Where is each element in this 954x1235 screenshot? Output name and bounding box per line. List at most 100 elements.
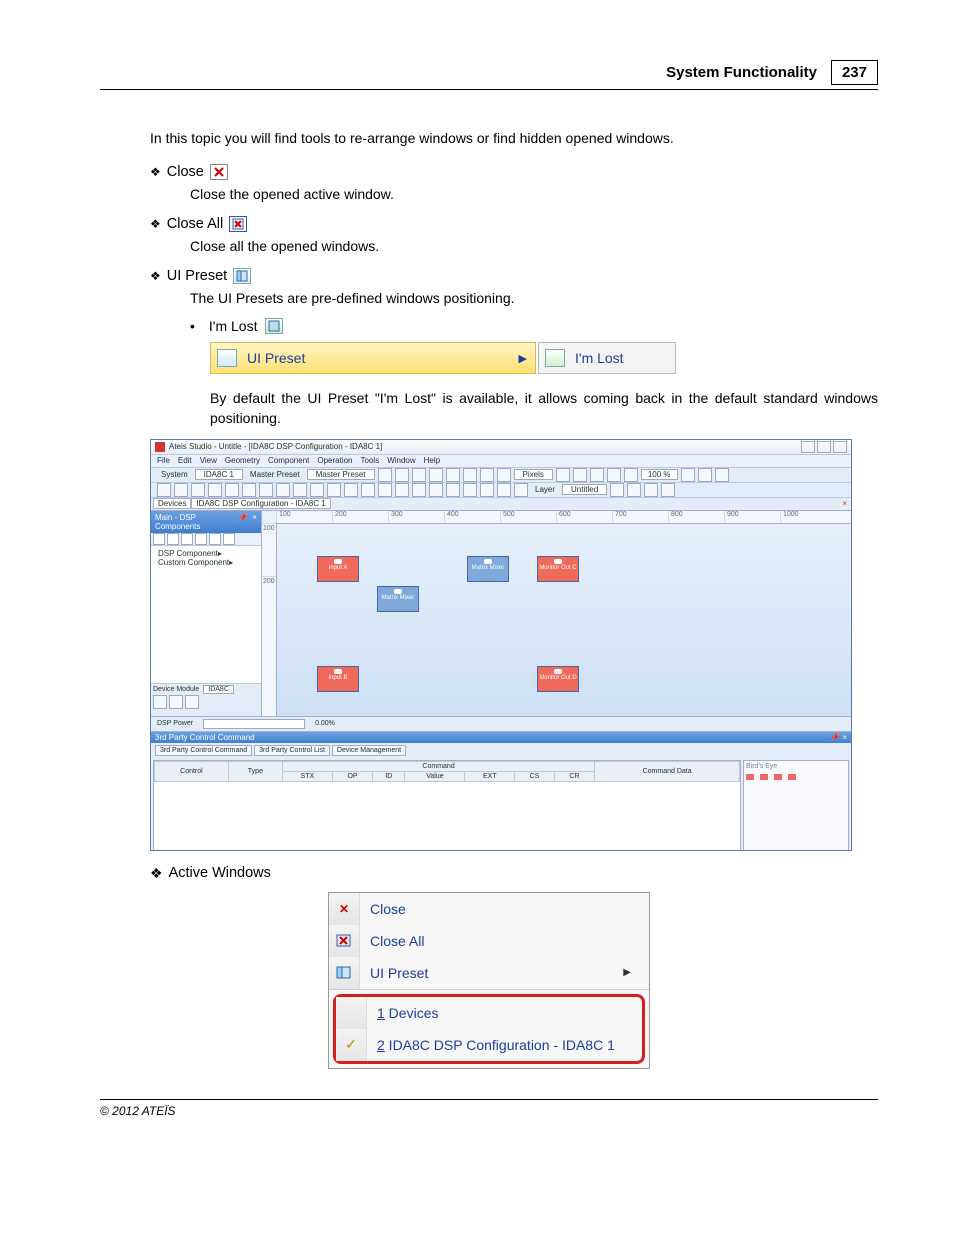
dsp-block-matrix-mixer-2[interactable]: Matrix Mixer (377, 586, 419, 612)
panel-pin-icon[interactable]: 📌 (238, 513, 248, 531)
toolbar-button[interactable] (259, 483, 273, 497)
toolbar-button[interactable] (446, 468, 460, 482)
dsp-block-input-a[interactable]: Input A (317, 556, 359, 582)
toolbar-button[interactable] (191, 483, 205, 497)
window-context-menu[interactable]: ✕ Close Close All UI Preset ▶ 1 Devices (328, 892, 650, 1069)
system-dropdown[interactable]: IDA8C 1 (195, 469, 243, 480)
component-tree[interactable]: DSP Component▸ Custom Component▸ (151, 546, 261, 683)
toolbar-button[interactable] (208, 483, 222, 497)
command-table[interactable]: Control Type Command Command Data STX OP… (153, 760, 741, 851)
toolbar-button[interactable] (590, 468, 604, 482)
panel-tool-button[interactable] (153, 533, 165, 545)
toolbar-button[interactable] (361, 483, 375, 497)
toolbar-button[interactable] (412, 468, 426, 482)
third-party-tabs[interactable]: 3rd Party Control Command 3rd Party Cont… (151, 743, 851, 758)
toolbar-button[interactable] (446, 483, 460, 497)
menu-window[interactable]: Window (387, 456, 415, 465)
tab[interactable]: 3rd Party Control List (254, 745, 330, 756)
toolbar-button[interactable] (607, 468, 621, 482)
toolbar-2[interactable]: Layer Untitled (151, 483, 851, 498)
tab-close-icon[interactable]: × (838, 499, 851, 508)
toolbar-button[interactable] (378, 468, 392, 482)
panel-pin-icon[interactable]: 📌 × (830, 733, 847, 742)
im-lost-menu-item[interactable]: I'm Lost (538, 342, 676, 374)
footer-button[interactable] (185, 695, 199, 709)
ui-preset-menu-item[interactable]: UI Preset ▶ (210, 342, 536, 374)
minimize-button[interactable] (801, 441, 815, 453)
toolbar-button[interactable] (497, 468, 511, 482)
toolbar-button[interactable] (276, 483, 290, 497)
toolbar-button[interactable] (644, 483, 658, 497)
design-canvas[interactable]: 100 200 300 400 500 600 700 800 900 1000… (262, 511, 851, 716)
tree-item[interactable]: DSP Component▸ (154, 549, 258, 558)
toolbar-button[interactable] (715, 468, 729, 482)
toolbar-button[interactable] (463, 468, 477, 482)
toolbar-button[interactable] (327, 483, 341, 497)
footer-button[interactable] (169, 695, 183, 709)
panel-tool-button[interactable] (181, 533, 193, 545)
menu-ui-preset[interactable]: UI Preset ▶ (329, 957, 649, 989)
toolbar-button[interactable] (344, 483, 358, 497)
dsp-block-input-b[interactable]: Input B (317, 666, 359, 692)
document-tabs[interactable]: Devices IDA8C DSP Configuration - IDA8C … (151, 498, 851, 511)
dsp-block-monitor-c[interactable]: Monitor Out C (537, 556, 579, 582)
menu-file[interactable]: File (157, 456, 170, 465)
menu-geometry[interactable]: Geometry (225, 456, 260, 465)
tab[interactable]: 3rd Party Control Command (155, 745, 252, 756)
toolbar-button[interactable] (556, 468, 570, 482)
master-preset-dropdown[interactable]: Master Preset (307, 469, 375, 480)
layer-dropdown[interactable]: Untitled (562, 484, 607, 495)
toolbar-button[interactable] (627, 483, 641, 497)
toolbar-button[interactable] (395, 468, 409, 482)
toolbar-button[interactable] (624, 468, 638, 482)
tab[interactable]: Device Management (332, 745, 406, 756)
menu-close[interactable]: ✕ Close (329, 893, 649, 925)
toolbar-button[interactable] (157, 483, 171, 497)
menu-close-all[interactable]: Close All (329, 925, 649, 957)
maximize-button[interactable] (817, 441, 831, 453)
toolbar-button[interactable] (681, 468, 695, 482)
toolbar-1[interactable]: System IDA8C 1 Master Preset Master Pres… (151, 468, 851, 483)
toolbar-button[interactable] (463, 483, 477, 497)
toolbar-button[interactable] (429, 483, 443, 497)
units-dropdown[interactable]: Pixels (514, 469, 553, 480)
toolbar-button[interactable] (310, 483, 324, 497)
menu-window-devices[interactable]: 1 Devices (336, 997, 642, 1029)
toolbar-button[interactable] (395, 483, 409, 497)
toolbar-button[interactable] (480, 468, 494, 482)
menu-edit[interactable]: Edit (178, 456, 192, 465)
toolbar-button[interactable] (610, 483, 624, 497)
panel-tool-button[interactable] (209, 533, 221, 545)
device-module-dropdown[interactable]: IDA8C (203, 685, 234, 694)
toolbar-button[interactable] (429, 468, 443, 482)
toolbar-button[interactable] (242, 483, 256, 497)
toolbar-button[interactable] (225, 483, 239, 497)
toolbar-button[interactable] (573, 468, 587, 482)
panel-tool-button[interactable] (167, 533, 179, 545)
toolbar-button[interactable] (661, 483, 675, 497)
menu-tools[interactable]: Tools (361, 456, 380, 465)
toolbar-button[interactable] (293, 483, 307, 497)
footer-button[interactable] (153, 695, 167, 709)
devices-tab[interactable]: Devices (153, 498, 191, 509)
tree-item[interactable]: Custom Component▸ (154, 558, 258, 567)
menu-window-config[interactable]: ✓ 2 IDA8C DSP Configuration - IDA8C 1 (336, 1029, 642, 1061)
panel-tool-button[interactable] (195, 533, 207, 545)
menu-operation[interactable]: Operation (317, 456, 352, 465)
window-controls[interactable] (801, 441, 847, 453)
toolbar-button[interactable] (514, 483, 528, 497)
toolbar-button[interactable] (698, 468, 712, 482)
menubar[interactable]: File Edit View Geometry Component Operat… (151, 455, 851, 468)
menu-component[interactable]: Component (268, 456, 309, 465)
panel-close-icon[interactable]: × (252, 513, 257, 531)
panel-toolbar[interactable] (151, 533, 261, 546)
dsp-block-monitor-d[interactable]: Monitor Out D (537, 666, 579, 692)
toolbar-button[interactable] (412, 483, 426, 497)
toolbar-button[interactable] (378, 483, 392, 497)
toolbar-button[interactable] (174, 483, 188, 497)
panel-tool-button[interactable] (223, 533, 235, 545)
toolbar-button[interactable] (480, 483, 494, 497)
dsp-block-matrix-mixer-1[interactable]: Matrix Mixer (467, 556, 509, 582)
zoom-value[interactable]: 100 % (641, 469, 678, 480)
config-tab[interactable]: IDA8C DSP Configuration - IDA8C 1 (191, 498, 330, 509)
